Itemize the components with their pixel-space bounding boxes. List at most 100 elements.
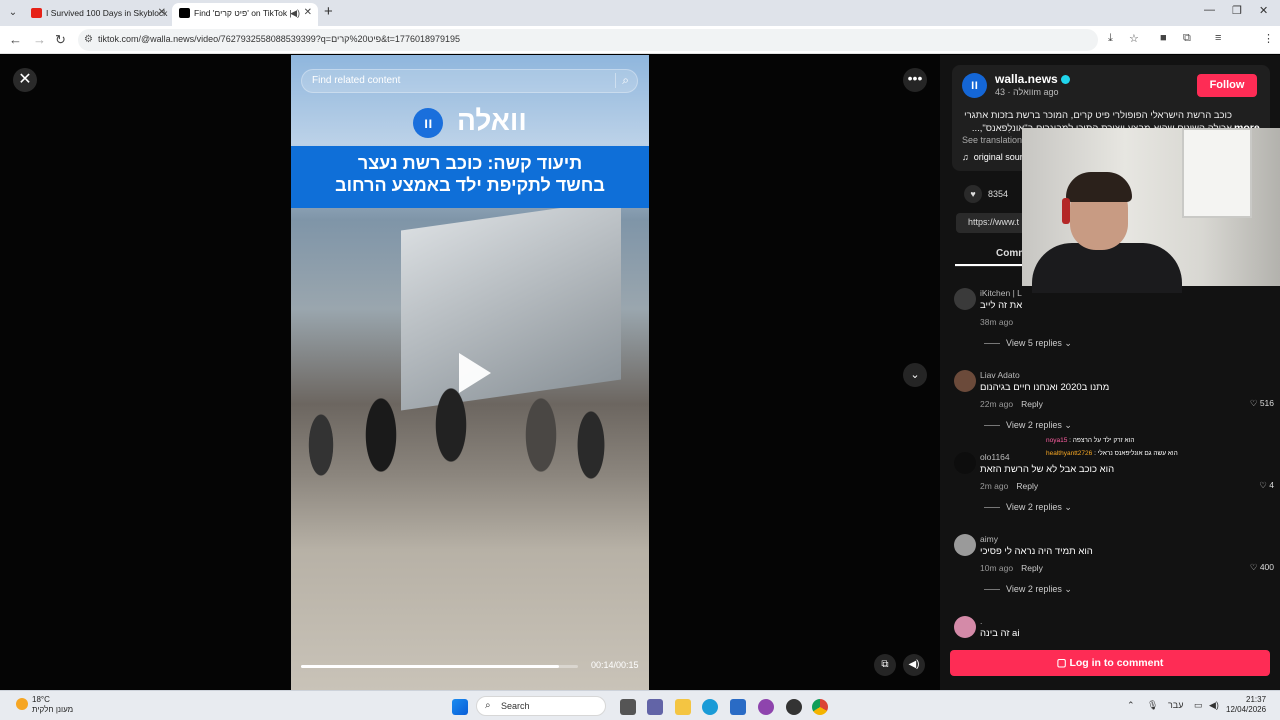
play-icon[interactable] (459, 353, 491, 393)
clock[interactable]: 21:37 12/04/2026 (1226, 695, 1266, 715)
reply-button[interactable]: Reply (1021, 399, 1043, 409)
teams-icon[interactable] (647, 699, 663, 715)
volume-icon[interactable]: ◀) (1209, 700, 1219, 711)
edge-icon[interactable] (702, 699, 718, 715)
commenter-name[interactable]: . (980, 616, 982, 626)
comment-text: מתנו ב2020 ואנחנו חיים בגיהנום (980, 382, 1110, 393)
new-tab-button[interactable]: + (324, 3, 333, 20)
start-button-icon[interactable] (452, 699, 468, 715)
close-window-button[interactable]: ✕ (1259, 4, 1268, 17)
store-icon[interactable] (730, 699, 746, 715)
close-tab-icon[interactable]: ✕ (304, 3, 312, 23)
url-field[interactable]: ⚙ tiktok.com/@walla.news/video/762793255… (78, 29, 1098, 51)
volume-icon[interactable]: ◀) (903, 654, 925, 676)
commenter-avatar[interactable] (954, 288, 976, 310)
comment-like[interactable]: ♡ 516 (1250, 398, 1274, 409)
bookmark-star-icon[interactable]: ☆ (1129, 32, 1139, 45)
logo-text: וואלה (456, 105, 527, 136)
tiktok-icon (179, 8, 190, 18)
site-info-icon[interactable]: ⚙ (84, 34, 93, 45)
tab-label: I Survived 100 Days in Skyblock (46, 8, 168, 18)
browser-menu-icon[interactable]: ⋮ (1263, 32, 1274, 45)
see-translation-link[interactable]: See translation (962, 135, 1022, 145)
taskbar-search[interactable]: ⌕ Search (476, 696, 606, 716)
comment-meta: 10m ago Reply (980, 563, 1043, 573)
commenter-avatar[interactable] (954, 452, 976, 474)
maximize-button[interactable]: ❐ (1232, 4, 1242, 17)
search-icon: ⌕ (485, 700, 491, 711)
commenter-name[interactable]: Liav Adato (980, 370, 1020, 380)
install-icon[interactable]: ⤓ (1108, 32, 1113, 45)
comment-item: Liav Adato מתנו ב2020 ואנחנו חיים בגיהנו… (954, 370, 1274, 410)
network-icon[interactable]: ▭ (1194, 700, 1203, 711)
commenter-name[interactable]: aimy (980, 534, 998, 544)
like-button[interactable]: ♥ 8354 (964, 185, 1008, 203)
next-video-chevron-down-icon[interactable]: ⌄ (903, 363, 927, 387)
extensions-puzzle-icon[interactable]: ⧉ (1183, 32, 1191, 45)
creator-avatar[interactable]: וו (962, 73, 987, 98)
headline-line-1: תיעוד קשה: כוכב רשת נעצר (357, 153, 583, 173)
stream-chat-message: הוא זרק ילד על הרצפה : noya15 (1046, 437, 1135, 444)
tab-search-icon[interactable]: ⌄ (6, 6, 20, 20)
follow-button[interactable]: Follow (1197, 74, 1257, 97)
file-explorer-icon[interactable] (675, 699, 691, 715)
video-progress-fill (301, 665, 559, 668)
copy-link-field[interactable]: https://www.t (956, 213, 1026, 233)
commenter-avatar[interactable] (954, 370, 976, 392)
video-area: ✕ Find related content ⌕ וואלה וו תיעוד … (0, 55, 940, 690)
log-in-to-comment-button[interactable]: ▢ Log in to comment (950, 650, 1270, 676)
logo-badge: וו (413, 107, 444, 138)
tab-label: Find 'פיט קרים' on TikTok | (194, 8, 292, 18)
commenter-avatar[interactable] (954, 616, 976, 638)
heart-icon: ♥ (964, 185, 982, 203)
close-tab-icon[interactable]: ✕ (158, 3, 166, 23)
mic-icon[interactable]: 🎙 (1147, 700, 1158, 711)
webcam-headset (1062, 198, 1070, 224)
video-player[interactable]: Find related content ⌕ וואלה וו תיעוד קש… (291, 55, 649, 690)
comment-like[interactable]: ♡ 4 (1259, 480, 1274, 491)
view-replies-button[interactable]: View 5 replies ⌄ (984, 338, 1072, 349)
headline-banner: תיעוד קשה: כוכב רשת נעצר בחשד לתקיפת ילד… (291, 146, 649, 208)
app-icon[interactable] (786, 699, 802, 715)
video-time: 00:14/00:15 (591, 660, 639, 670)
messenger-icon[interactable] (758, 699, 774, 715)
windows-taskbar: 18°C מעונן חלקית ⌕ Search ⌃ 🎙 עבר ▭ ◀) 21… (0, 690, 1280, 720)
weather-widget[interactable]: 18°C מעונן חלקית (14, 695, 73, 715)
find-related-search[interactable]: Find related content ⌕ (301, 69, 638, 93)
forward-button[interactable]: → (33, 32, 46, 47)
creator-username[interactable]: walla.news (995, 72, 1070, 86)
video-progress-bar[interactable] (301, 665, 578, 668)
comment-item: iKitchen | L את זה לייב 38m ago (954, 288, 1274, 328)
comment-text: הוא כוכב אבל לא של הרשת הזאת (980, 464, 1115, 475)
reply-button[interactable]: Reply (1016, 481, 1038, 491)
tab-tiktok[interactable]: Find 'פיט קרים' on TikTok | ◀) ✕ (172, 3, 318, 26)
media-control-icon[interactable]: ≡ (1215, 32, 1221, 44)
task-view-icon[interactable] (620, 699, 636, 715)
like-count: 8354 (988, 189, 1009, 199)
view-replies-button[interactable]: View 2 replies ⌄ (984, 584, 1072, 595)
tray-chevron-icon[interactable]: ⌃ (1127, 700, 1135, 711)
commenter-name[interactable]: iKitchen | L (980, 288, 1022, 298)
creator-subline: וואלה · 43m ago (995, 87, 1059, 97)
more-options-icon[interactable]: ••• (903, 68, 927, 92)
commenter-name[interactable]: olo1164 (980, 452, 1010, 462)
minimize-button[interactable]: — (1204, 4, 1215, 16)
reply-button[interactable]: Reply (1021, 563, 1043, 573)
language-indicator[interactable]: עבר (1168, 700, 1183, 710)
commenter-avatar[interactable] (954, 534, 976, 556)
extension-icon[interactable]: ■ (1160, 32, 1167, 44)
address-bar: ← → ↻ ⚙ tiktok.com/@walla.news/video/762… (0, 26, 1280, 72)
chrome-icon[interactable] (812, 699, 828, 715)
comment-item: aimy הוא תמיד היה נראה לי פסיכי 10m ago R… (954, 534, 1274, 574)
comment-like[interactable]: ♡ 400 (1250, 562, 1274, 573)
tab-youtube[interactable]: I Survived 100 Days in Skyblock ✕ (24, 3, 172, 26)
view-replies-button[interactable]: View 2 replies ⌄ (984, 420, 1072, 431)
close-video-button[interactable]: ✕ (13, 68, 37, 92)
reload-button[interactable]: ↻ (55, 32, 66, 48)
captions-icon[interactable]: ⧉ (874, 654, 896, 676)
view-replies-button[interactable]: View 2 replies ⌄ (984, 502, 1072, 513)
audio-playing-icon[interactable]: ◀) (290, 3, 300, 23)
headline-line-2: בחשד לתקיפת ילד באמצע הרחוב (335, 175, 605, 195)
back-button[interactable]: ← (9, 32, 22, 47)
search-icon[interactable]: ⌕ (615, 73, 629, 88)
